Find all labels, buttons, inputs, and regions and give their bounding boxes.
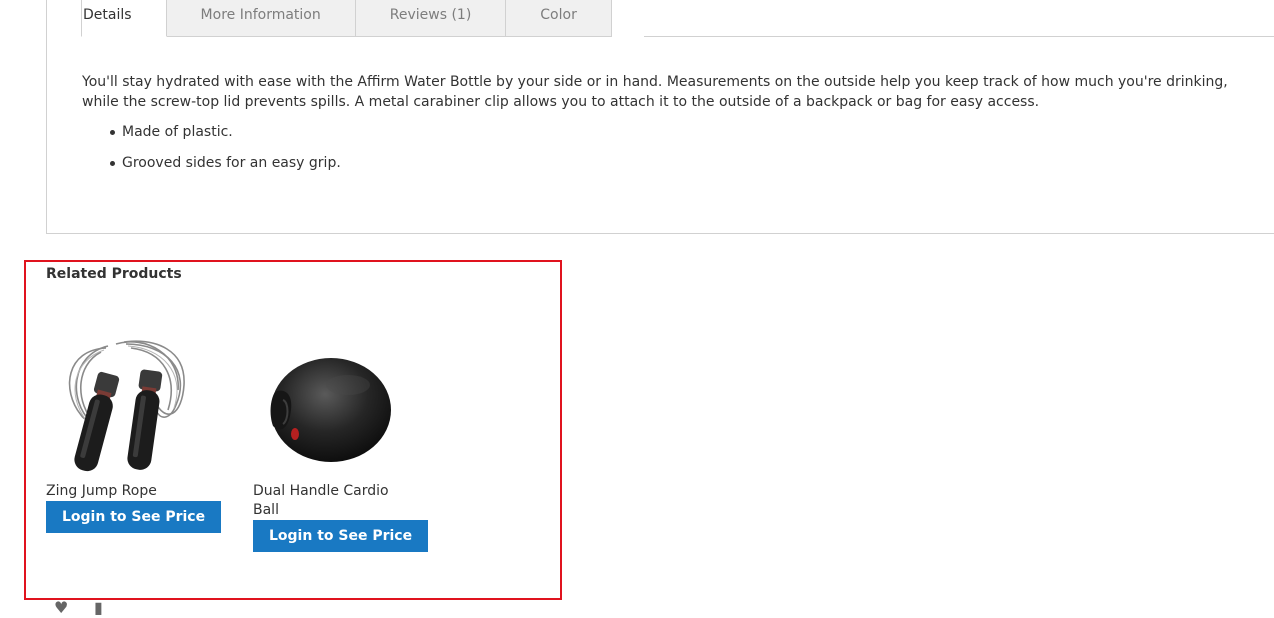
tab-reviews[interactable]: Reviews (1) <box>355 0 507 37</box>
product-name-link[interactable]: Dual Handle Cardio Ball <box>253 482 393 520</box>
tab-divider <box>644 36 1274 37</box>
product-actions: ♥ ▮ <box>54 598 110 617</box>
login-to-see-price-button[interactable]: Login to See Price <box>253 520 429 552</box>
product-name-link[interactable]: Zing Jump Rope <box>46 482 186 501</box>
compare-icon[interactable]: ▮ <box>94 598 110 617</box>
product-card-jump-rope: Zing Jump Rope Login to See Price <box>46 330 222 533</box>
product-description: You'll stay hydrated with ease with the … <box>82 74 1228 110</box>
feature-list: Made of plastic. Grooved sides for an ea… <box>82 122 1257 173</box>
details-panel: You'll stay hydrated with ease with the … <box>82 72 1257 184</box>
tab-bar: Details More Information Reviews (1) Col… <box>81 0 612 37</box>
product-info-tabs: Details More Information Reviews (1) Col… <box>46 0 1274 234</box>
product-card-cardio-ball: Dual Handle Cardio Ball Login to See Pri… <box>253 330 429 552</box>
tab-more-information[interactable]: More Information <box>166 0 356 37</box>
related-products-block: Related Products Zing Jump Rope Login to… <box>24 260 562 600</box>
wishlist-icon[interactable]: ♥ <box>54 598 70 617</box>
related-products-title: Related Products <box>46 266 182 282</box>
tab-color[interactable]: Color <box>506 0 612 37</box>
cardio-ball-image[interactable] <box>253 330 403 480</box>
jump-rope-image[interactable] <box>46 330 196 480</box>
login-to-see-price-button[interactable]: Login to See Price <box>46 501 222 533</box>
feature-item: Grooved sides for an easy grip. <box>110 153 1257 173</box>
feature-item: Made of plastic. <box>110 122 1257 142</box>
tab-details[interactable]: Details <box>81 0 167 37</box>
